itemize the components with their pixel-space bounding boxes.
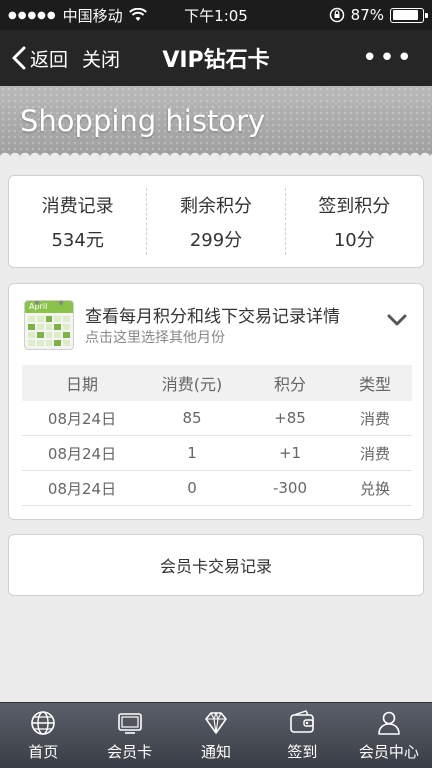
cell-points: -300 (272, 479, 308, 497)
tab-home[interactable]: 首页 (0, 703, 86, 768)
calendar-grid (25, 313, 73, 349)
column-header-type: 类型 (358, 375, 391, 394)
history-card: April 查看每月积分和线下交易记录详情 点击这里选择其他月份 日期 消费(元… (8, 283, 424, 520)
cell-amount: 85 (182, 409, 202, 427)
column-header-amount: 消费(元) (161, 375, 223, 394)
cell-amount: 1 (187, 444, 197, 462)
summary-value: 534元 (51, 229, 104, 251)
month-selector-subtitle: 点击这里选择其他月份 (85, 330, 225, 346)
globe-icon (31, 711, 56, 735)
member-card-record-button[interactable]: 会员卡交易记录 (8, 534, 424, 596)
cell-date: 08月24日 (47, 409, 117, 428)
tab-notifications[interactable]: 通知 (173, 703, 259, 768)
calendar-icon: April (24, 300, 74, 350)
back-button[interactable]: 返回 (0, 45, 68, 72)
chevron-left-icon (12, 46, 26, 70)
table-row: 08月24日 1 +1 消费 (22, 436, 412, 471)
cell-amount: 0 (187, 479, 197, 497)
banner-scalloped-edge (0, 148, 432, 158)
signal-strength-icon: ●●●●● (8, 9, 57, 21)
tab-member-card[interactable]: 会员卡 (86, 703, 172, 768)
calendar-month-label: April (25, 301, 73, 313)
summary-value: 299分 (189, 229, 243, 251)
month-selector-title: 查看每月积分和线下交易记录详情 (85, 307, 340, 327)
tab-label: 会员卡 (107, 743, 153, 761)
more-button[interactable]: ••• (362, 45, 414, 71)
calendar-ring (35, 301, 39, 305)
battery-level (392, 10, 418, 20)
history-table: 日期 消费(元) 积分 类型 08月24日 85 +85 消费 08月24日 1… (22, 365, 412, 506)
tab-label: 通知 (201, 743, 232, 761)
summary-label: 剩余积分 (179, 195, 252, 217)
summary-checkin-points: 签到积分 10分 (286, 176, 423, 267)
summary-remaining-points: 剩余积分 299分 (147, 176, 284, 267)
cell-points: +85 (274, 409, 306, 427)
column-header-points: 积分 (273, 375, 306, 394)
cell-date: 08月24日 (47, 444, 117, 463)
carrier-name: 中国移动 (62, 6, 123, 25)
back-label: 返回 (30, 48, 69, 71)
tab-checkin[interactable]: 签到 (259, 703, 345, 768)
tab-label: 会员中心 (358, 743, 419, 761)
status-right: 87% (329, 6, 428, 24)
tab-bar: 首页 会员卡 通知 签到 会员中心 (0, 702, 432, 768)
card-icon (117, 713, 142, 734)
user-icon (378, 711, 400, 735)
banner: Shopping history (0, 86, 432, 158)
chevron-down-icon (387, 314, 407, 326)
summary-label: 消费记录 (41, 195, 114, 217)
cell-points: +1 (278, 444, 302, 462)
summary-label: 签到积分 (318, 195, 391, 217)
wifi-icon (128, 8, 147, 21)
calendar-ring (59, 301, 63, 305)
cell-date: 08月24日 (47, 479, 117, 498)
summary-card: 消费记录 534元 剩余积分 299分 签到积分 10分 (8, 175, 424, 268)
tab-label: 首页 (28, 743, 59, 761)
wallet-icon (290, 710, 315, 733)
table-header: 日期 消费(元) 积分 类型 (22, 365, 412, 401)
summary-value: 10分 (333, 229, 375, 251)
battery-percent: 87% (350, 6, 384, 24)
member-card-record-label: 会员卡交易记录 (159, 557, 272, 576)
month-selector[interactable]: April 查看每月积分和线下交易记录详情 点击这里选择其他月份 (9, 284, 423, 354)
summary-spending: 消费记录 534元 (9, 176, 146, 267)
rotation-lock-icon (329, 7, 344, 23)
column-header-date: 日期 (65, 375, 98, 394)
status-bar: ●●●●● 中国移动 下午1:05 87% (0, 0, 432, 30)
table-row: 08月24日 0 -300 兑换 (22, 471, 412, 506)
battery-icon (390, 7, 428, 23)
nav-bar: 返回 关闭 VIP钻石卡 ••• (0, 30, 432, 86)
status-left: ●●●●● 中国移动 (8, 5, 329, 26)
tab-label: 签到 (287, 743, 318, 761)
cell-type: 消费 (359, 409, 390, 428)
banner-title: Shopping history (20, 104, 266, 138)
cell-type: 兑换 (359, 479, 390, 498)
cell-type: 消费 (359, 444, 390, 463)
diamond-icon (205, 711, 227, 734)
table-row: 08月24日 85 +85 消费 (22, 401, 412, 436)
close-button[interactable]: 关闭 (82, 45, 120, 72)
tab-member-center[interactable]: 会员中心 (346, 703, 432, 768)
